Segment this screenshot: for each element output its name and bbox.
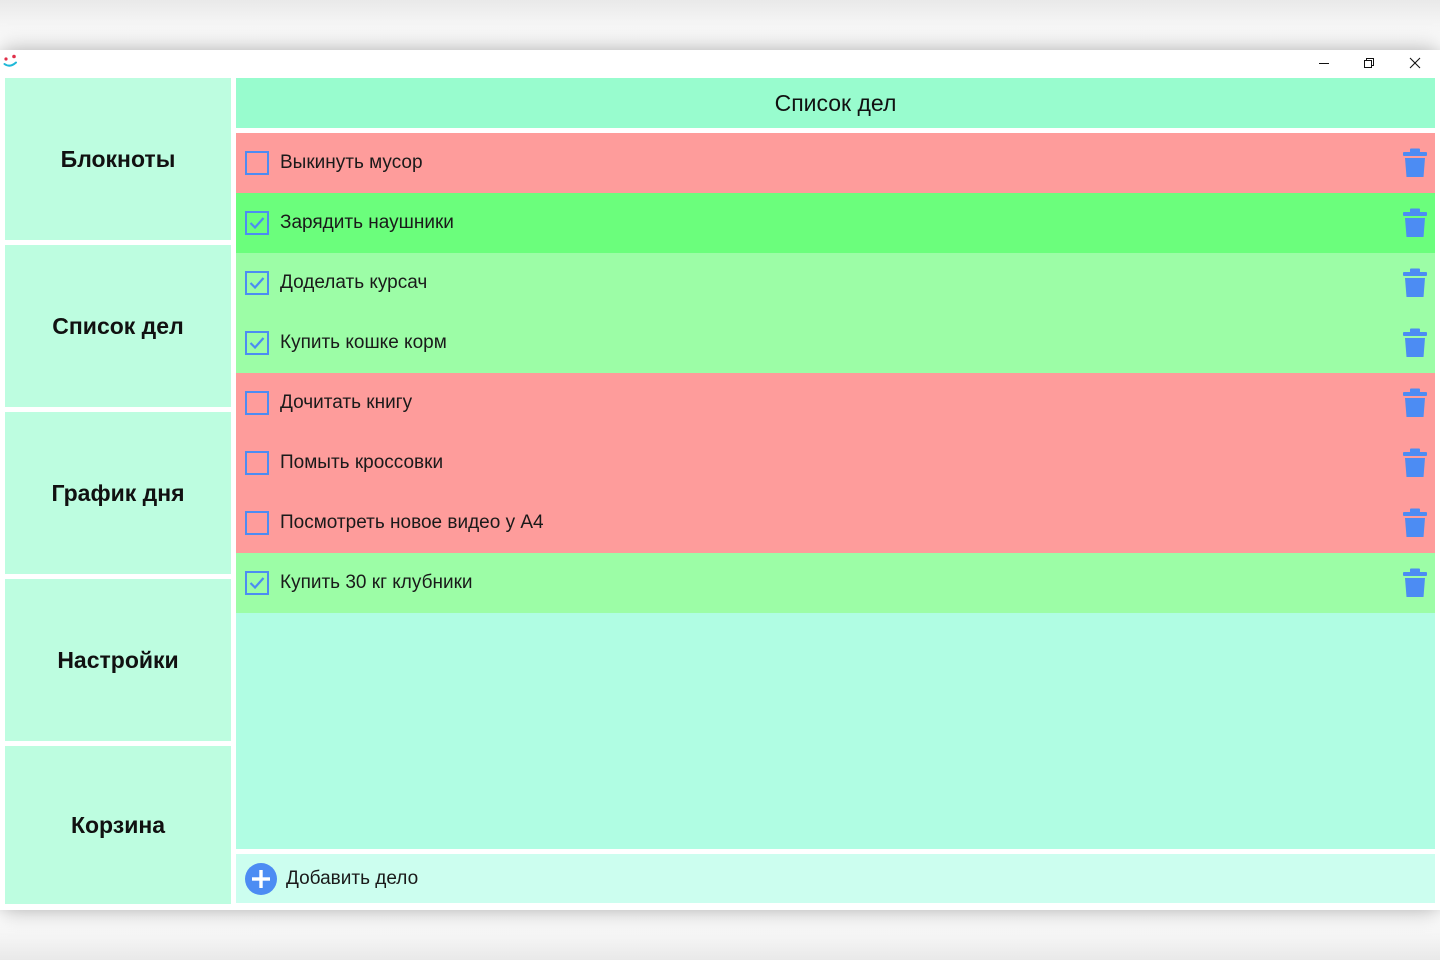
checkmark-icon — [249, 337, 265, 350]
task-row: Купить кошке корм — [236, 313, 1435, 373]
delete-task-button[interactable] — [1400, 507, 1430, 539]
delete-task-button[interactable] — [1400, 447, 1430, 479]
trash-icon — [1403, 508, 1427, 537]
close-icon — [1409, 57, 1421, 69]
task-checkbox[interactable] — [245, 571, 269, 595]
checkmark-icon — [249, 217, 265, 230]
task-label: Выкинуть мусор — [280, 152, 423, 173]
sidebar-item-notebooks[interactable]: Блокноты — [5, 78, 231, 240]
restore-icon — [1364, 58, 1374, 68]
delete-task-button[interactable] — [1400, 387, 1430, 419]
delete-task-button[interactable] — [1400, 567, 1430, 599]
app-window: Блокноты Список дел График дня Настройки… — [0, 50, 1440, 910]
task-row: Дочитать книгу — [236, 373, 1435, 433]
delete-task-button[interactable] — [1400, 267, 1430, 299]
delete-task-button[interactable] — [1400, 207, 1430, 239]
page-title: Список дел — [236, 78, 1435, 128]
task-row: Доделать курсач — [236, 253, 1435, 313]
delete-task-button[interactable] — [1400, 327, 1430, 359]
task-label: Посмотреть новое видео у А4 — [280, 512, 544, 533]
sidebar-item-day-schedule[interactable]: График дня — [5, 412, 231, 574]
minimize-button[interactable] — [1301, 50, 1347, 76]
task-label: Купить кошке корм — [280, 332, 447, 353]
close-button[interactable] — [1392, 50, 1438, 76]
task-checkbox[interactable] — [245, 151, 269, 175]
minimize-icon — [1319, 63, 1329, 64]
sidebar-item-todo-list[interactable]: Список дел — [5, 245, 231, 407]
trash-icon — [1403, 148, 1427, 177]
trash-icon — [1403, 208, 1427, 237]
title-bar[interactable] — [0, 50, 1440, 76]
task-label: Купить 30 кг клубники — [280, 572, 473, 593]
task-label: Дочитать книгу — [280, 392, 413, 413]
trash-icon — [1403, 268, 1427, 297]
task-row: Выкинуть мусор — [236, 133, 1435, 193]
delete-task-button[interactable] — [1400, 147, 1430, 179]
sidebar-item-trash[interactable]: Корзина — [5, 746, 231, 904]
sidebar-item-settings[interactable]: Настройки — [5, 579, 231, 741]
task-row: Помыть кроссовки — [236, 433, 1435, 493]
task-label: Зарядить наушники — [280, 212, 454, 233]
task-checkbox[interactable] — [245, 271, 269, 295]
task-checkbox[interactable] — [245, 391, 269, 415]
task-row: Посмотреть новое видео у А4 — [236, 493, 1435, 553]
task-label: Доделать курсач — [280, 272, 428, 293]
task-checkbox[interactable] — [245, 331, 269, 355]
checkmark-icon — [249, 277, 265, 290]
trash-icon — [1403, 448, 1427, 477]
trash-icon — [1403, 388, 1427, 417]
add-task-bar: Добавить дело — [236, 854, 1435, 903]
task-label: Помыть кроссовки — [280, 452, 444, 473]
trash-icon — [1403, 568, 1427, 597]
task-checkbox[interactable] — [245, 211, 269, 235]
trash-icon — [1403, 328, 1427, 357]
task-row: Купить 30 кг клубники — [236, 553, 1435, 613]
add-task-button[interactable]: Добавить дело — [286, 854, 418, 903]
task-checkbox[interactable] — [245, 511, 269, 535]
app-logo-icon — [3, 54, 17, 67]
add-circle-icon[interactable] — [245, 863, 277, 895]
task-checkbox[interactable] — [245, 451, 269, 475]
task-row: Зарядить наушники — [236, 193, 1435, 253]
checkmark-icon — [249, 577, 265, 590]
restore-button[interactable] — [1346, 50, 1392, 76]
task-list: Выкинуть мусор Зарядить наушники Доделат… — [236, 133, 1435, 849]
